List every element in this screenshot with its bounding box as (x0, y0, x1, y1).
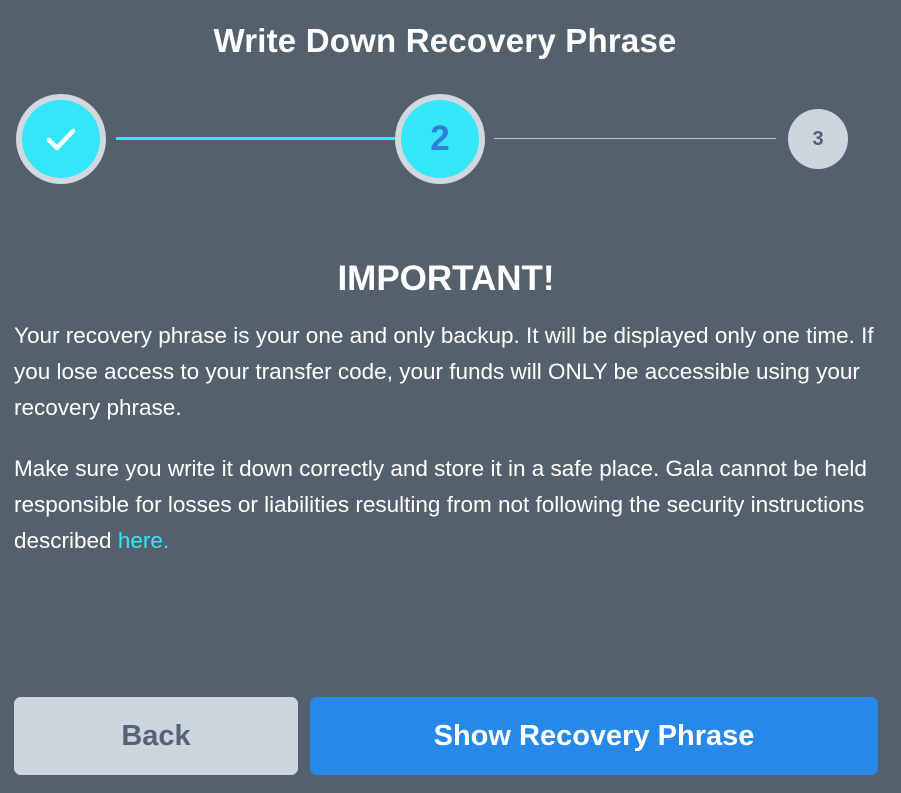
responsibility-warning-text: Make sure you write it down correctly an… (14, 451, 884, 559)
step-2-current: 2 (395, 94, 485, 184)
back-button[interactable]: Back (14, 697, 298, 775)
progress-stepper: 2 3 (0, 0, 901, 200)
security-instructions-link[interactable]: here. (118, 528, 169, 553)
step-3-upcoming: 3 (788, 109, 848, 169)
backup-warning-text: Your recovery phrase is your one and onl… (14, 323, 874, 420)
step-connector-completed (116, 137, 396, 140)
step-1-completed (16, 94, 106, 184)
step-connector-upcoming (494, 138, 776, 139)
important-heading: IMPORTANT! (337, 259, 555, 298)
checkmark-icon (46, 128, 76, 151)
step-2-number: 2 (430, 119, 450, 158)
step-3-number: 3 (812, 127, 824, 150)
show-recovery-phrase-button[interactable]: Show Recovery Phrase (310, 697, 878, 775)
